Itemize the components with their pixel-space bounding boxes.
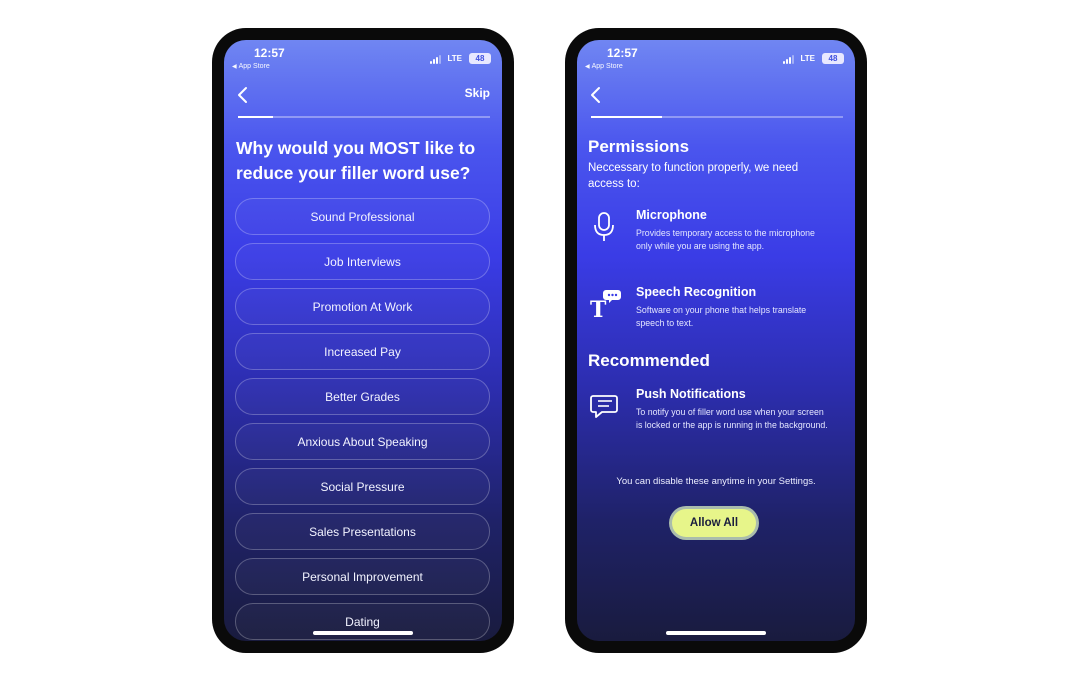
back-triangle-icon: ◀ [585, 64, 590, 70]
recommended-heading: Recommended [588, 351, 710, 370]
permission-description: Provides temporary access to the microph… [636, 228, 815, 251]
option-button[interactable]: Better Grades [235, 378, 490, 415]
permission-title: Push Notifications [636, 387, 746, 401]
option-button[interactable]: Social Pressure [235, 468, 490, 505]
chevron-left-icon [591, 87, 600, 103]
svg-text:T: T [590, 297, 607, 321]
status-time: 12:57 [254, 46, 285, 60]
chat-bubble-icon [590, 395, 618, 418]
back-button[interactable] [589, 86, 603, 104]
signal-icon [430, 55, 444, 64]
status-time: 12:57 [607, 46, 638, 60]
options-list: Sound Professional Job Interviews Promotio… [235, 198, 490, 641]
permissions-screen: 12:57 ◀ App Store LTE 48 Permissions Necc… [577, 40, 855, 641]
option-button[interactable]: Anxious About Speaking [235, 423, 490, 460]
back-app-label: App Store [238, 63, 270, 70]
progress-bar [591, 116, 843, 118]
signal-icon [783, 55, 797, 64]
status-bar: 12:57 ◀ App Store LTE 48 [224, 40, 502, 76]
option-button[interactable]: Sound Professional [235, 198, 490, 235]
home-indicator [666, 631, 766, 635]
progress-fill [238, 116, 274, 118]
back-app-label: App Store [591, 63, 623, 70]
network-label: LTE [800, 54, 815, 63]
home-indicator [313, 631, 413, 635]
battery-icon: 48 [469, 53, 491, 64]
permission-description: Software on your phone that helps transl… [636, 305, 807, 328]
back-to-app-store-link[interactable]: ◀ App Store [585, 63, 623, 70]
option-button[interactable]: Increased Pay [235, 333, 490, 370]
permissions-subtitle: Neccessary to function properly, we need… [588, 162, 799, 190]
progress-bar [238, 116, 490, 118]
option-button[interactable]: Sales Presentations [235, 513, 490, 550]
back-triangle-icon: ◀ [232, 64, 237, 70]
battery-icon: 48 [822, 53, 844, 64]
status-bar: 12:57 ◀ App Store LTE 48 [577, 40, 855, 76]
option-button[interactable]: Personal Improvement [235, 558, 490, 595]
settings-note: You can disable these anytime in your Se… [616, 476, 816, 487]
back-to-app-store-link[interactable]: ◀ App Store [232, 63, 270, 70]
option-button[interactable]: Job Interviews [235, 243, 490, 280]
skip-button[interactable]: Skip [465, 86, 490, 100]
permission-title: Speech Recognition [636, 285, 757, 299]
phone-frame-left: 12:57 ◀ App Store LTE 48 Skip Why would y… [212, 28, 514, 653]
progress-fill [591, 116, 662, 118]
permissions-heading: Permissions [588, 137, 690, 156]
question-screen: 12:57 ◀ App Store LTE 48 Skip Why would y… [224, 40, 502, 641]
allow-all-button[interactable]: Allow All [669, 506, 759, 540]
permission-title: Microphone [636, 208, 707, 222]
phone-frame-right: 12:57 ◀ App Store LTE 48 Permissions Necc… [565, 28, 867, 653]
microphone-icon [594, 212, 614, 241]
back-button[interactable] [236, 86, 250, 104]
question-title: Why would you MOST like to reduce your f… [236, 138, 476, 183]
option-button[interactable]: Promotion At Work [235, 288, 490, 325]
speech-recognition-icon: T [590, 290, 621, 321]
network-label: LTE [447, 54, 462, 63]
chevron-left-icon [238, 87, 247, 103]
permission-description: To notify you of filler word use when yo… [636, 407, 828, 430]
